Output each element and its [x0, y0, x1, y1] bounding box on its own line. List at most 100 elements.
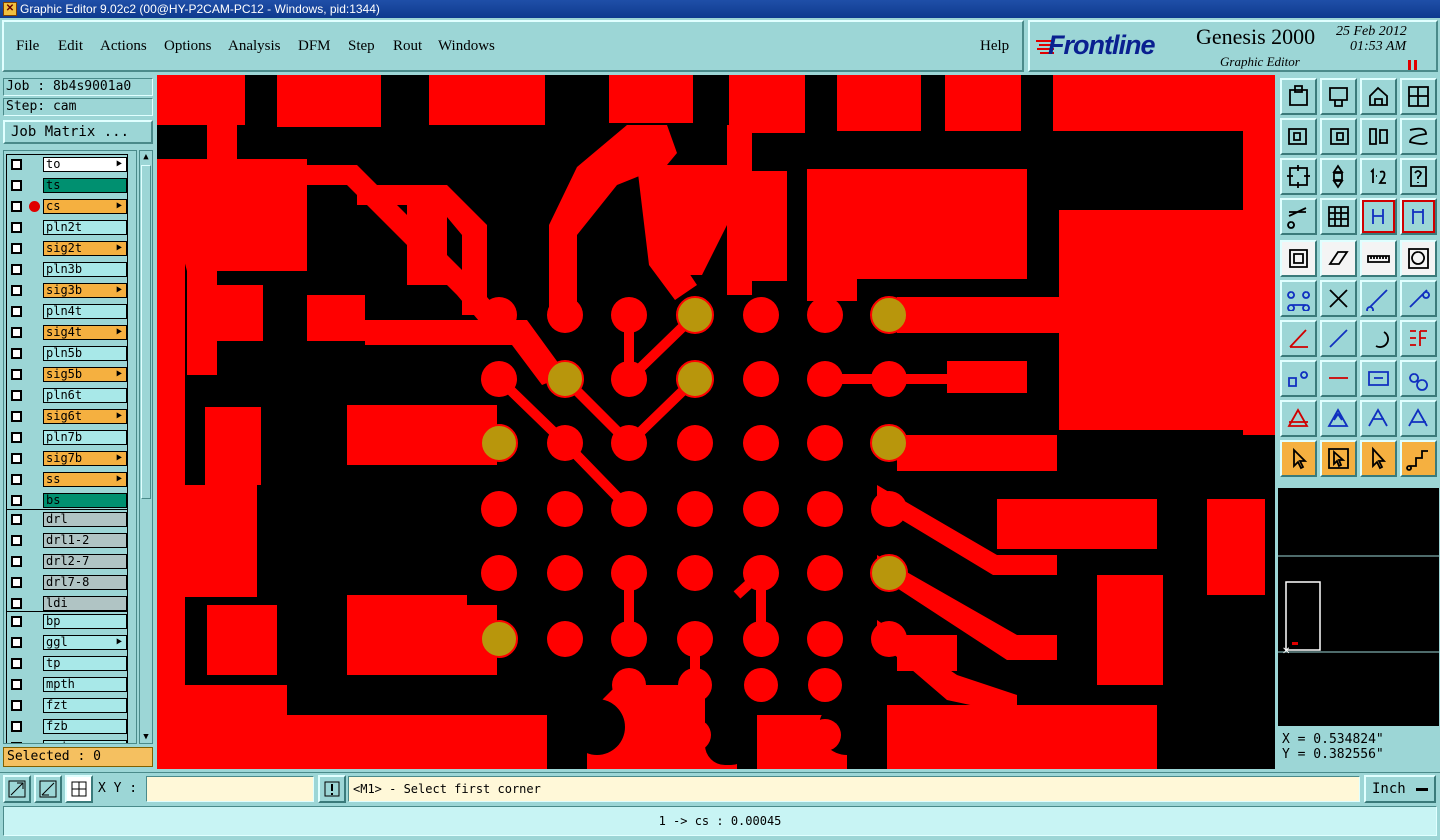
layer-name[interactable]: ss ⯈: [43, 472, 127, 487]
draw-poly-icon[interactable]: [1320, 240, 1357, 277]
layer-name[interactable]: bs: [43, 493, 127, 508]
pcb-layout[interactable]: [157, 75, 1275, 769]
job-matrix-button[interactable]: Job Matrix ...: [3, 120, 153, 144]
layer-name[interactable]: pln6t: [43, 388, 127, 403]
layer-row-drl[interactable]: drl: [7, 512, 127, 527]
menu-options[interactable]: Options: [164, 38, 212, 55]
zoom-in-icon[interactable]: [3, 775, 31, 803]
layer-checkbox[interactable]: [11, 453, 22, 464]
grid-icon[interactable]: [1320, 198, 1357, 235]
layer-name[interactable]: ggl ⯈: [43, 635, 127, 650]
layer-row-ldi[interactable]: ldi: [7, 596, 127, 611]
layer-name[interactable]: bp: [43, 614, 127, 629]
overview-svg[interactable]: ✕: [1278, 488, 1439, 726]
scale-1-2-icon[interactable]: [1360, 158, 1397, 195]
layer-row-pln4t[interactable]: pln4t: [7, 304, 127, 319]
snap-alt-icon[interactable]: [1400, 198, 1437, 235]
layer-name[interactable]: ts: [43, 178, 127, 193]
menu-rout[interactable]: Rout: [393, 38, 422, 55]
pan-left-icon[interactable]: [1280, 118, 1317, 155]
alert-icon[interactable]: [318, 775, 346, 803]
layer-row-to[interactable]: to ⯈: [7, 157, 127, 172]
layer-row-cs[interactable]: cs ⯈: [7, 199, 127, 214]
graphic-canvas[interactable]: [157, 75, 1275, 769]
layer-row-ggl[interactable]: ggl ⯈: [7, 635, 127, 650]
menu-help[interactable]: Help: [980, 38, 1009, 55]
layer-checkbox[interactable]: [11, 264, 22, 275]
layer-checkbox[interactable]: [11, 285, 22, 296]
scroll-down-icon[interactable]: ▼: [140, 731, 152, 743]
layer-name[interactable]: sig4t ⯈: [43, 325, 127, 340]
triangle-b-icon[interactable]: [1360, 400, 1397, 437]
layer-checkbox[interactable]: [11, 348, 22, 359]
menu-actions[interactable]: Actions: [100, 38, 147, 55]
cross-icon[interactable]: [1320, 280, 1357, 317]
layer-row-drl7-8[interactable]: drl7-8: [7, 575, 127, 590]
layer-checkbox[interactable]: [11, 222, 22, 233]
layer-row-pln2t[interactable]: pln2t: [7, 220, 127, 235]
layer-row-sig2t[interactable]: sig2t ⯈: [7, 241, 127, 256]
layer-name[interactable]: fzt: [43, 698, 127, 713]
menu-windows[interactable]: Windows: [438, 38, 495, 55]
layer-row-tp[interactable]: tp: [7, 656, 127, 671]
layer-checkbox[interactable]: [11, 514, 22, 525]
layer-checkbox[interactable]: [11, 577, 22, 588]
layer-row-pln7b[interactable]: pln7b: [7, 430, 127, 445]
undo-zoom-icon[interactable]: [1360, 118, 1397, 155]
select-arrow-icon[interactable]: [1280, 440, 1317, 477]
resize-icon[interactable]: [1360, 360, 1397, 397]
text-f-icon[interactable]: [1400, 320, 1437, 357]
layer-checkbox[interactable]: [11, 390, 22, 401]
layer-checkbox[interactable]: [11, 658, 22, 669]
snap-grid-icon[interactable]: [65, 775, 93, 803]
pad-icon[interactable]: [1400, 240, 1437, 277]
layer-row-sig3b[interactable]: sig3b ⯈: [7, 283, 127, 298]
layer-row-bp[interactable]: bp: [7, 614, 127, 629]
connect-icon[interactable]: [1360, 280, 1397, 317]
layer-checkbox[interactable]: [11, 616, 22, 627]
scroll-thumb[interactable]: [141, 165, 151, 499]
line-icon[interactable]: [1320, 320, 1357, 357]
layer-row-drl2-7[interactable]: drl2-7: [7, 554, 127, 569]
fit-profile-icon[interactable]: [1320, 158, 1357, 195]
layer-checkbox[interactable]: [11, 556, 22, 567]
layer-name[interactable]: pln4t: [43, 304, 127, 319]
pause-icon[interactable]: [1408, 60, 1418, 70]
layer-checkbox[interactable]: [11, 721, 22, 732]
arc-icon[interactable]: [1360, 320, 1397, 357]
menu-dfm[interactable]: DFM: [298, 38, 331, 55]
measure-tool-icon[interactable]: [34, 775, 62, 803]
measure-icon[interactable]: [1280, 240, 1317, 277]
overview-map[interactable]: ✕: [1278, 488, 1439, 726]
layer-checkbox[interactable]: [11, 432, 22, 443]
layer-name[interactable]: cs ⯈: [43, 199, 127, 214]
layer-row-pln6t[interactable]: pln6t: [7, 388, 127, 403]
home-icon[interactable]: [1360, 78, 1397, 115]
layer-name[interactable]: sig6t ⯈: [43, 409, 127, 424]
layer-checkbox[interactable]: [11, 598, 22, 609]
move-icon[interactable]: [1320, 360, 1357, 397]
zoom-home-icon[interactable]: [1280, 78, 1317, 115]
ruler-icon[interactable]: [1360, 240, 1397, 277]
layer-name[interactable]: tp: [43, 656, 127, 671]
layer-name[interactable]: pln2t: [43, 220, 127, 235]
layer-name[interactable]: sig3b ⯈: [43, 283, 127, 298]
xy-input[interactable]: [146, 776, 314, 802]
layer-name[interactable]: drl7-8: [43, 575, 127, 590]
connect-alt-icon[interactable]: [1400, 280, 1437, 317]
route-icon[interactable]: [1400, 440, 1437, 477]
redraw-icon[interactable]: [1400, 118, 1437, 155]
net-icon[interactable]: [1280, 280, 1317, 317]
layer-name[interactable]: cvia: [43, 740, 127, 743]
layer-checkbox[interactable]: [11, 201, 22, 212]
layer-name[interactable]: pln7b: [43, 430, 127, 445]
layer-row-mpth[interactable]: mpth: [7, 677, 127, 692]
layer-name[interactable]: mpth: [43, 677, 127, 692]
layer-row-ts[interactable]: ts: [7, 178, 127, 193]
layer-name[interactable]: drl2-7: [43, 554, 127, 569]
zoom-step-icon[interactable]: [1320, 78, 1357, 115]
pan-right-icon[interactable]: [1320, 118, 1357, 155]
layer-row-fzt[interactable]: fzt: [7, 698, 127, 713]
menu-file[interactable]: File: [16, 38, 39, 55]
menu-step[interactable]: Step: [348, 38, 375, 55]
